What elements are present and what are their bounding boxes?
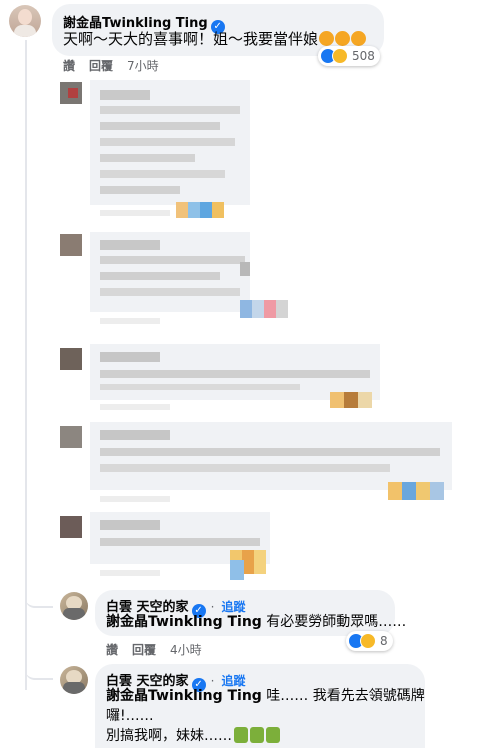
top-comment-text: 天啊～天大的喜事啊！姐～我要當伴娘 (63, 30, 319, 48)
top-comment-reaction-count: 508 (352, 49, 375, 63)
top-comment-reactions[interactable]: 508 (318, 46, 380, 66)
reply-2-bubble: 白雲 天空的家 ✓ · 追蹤 謝金晶Twinkling Ting 哇…… 我看先去… (95, 664, 425, 748)
pixelated-reply (58, 512, 278, 584)
pixelated-emoji (276, 300, 288, 318)
reply-1-text-row: 謝金晶Twinkling Ting 有必要勞師動眾嗎…… (106, 612, 406, 632)
heart-eyes-emoji-icon (319, 31, 335, 46)
like-button[interactable]: 讚 (106, 641, 118, 658)
thread-branch (25, 660, 53, 680)
like-button[interactable]: 讚 (63, 57, 75, 74)
comment-timestamp[interactable]: 7小時 (127, 57, 159, 74)
reply-1-actions: 讚 回覆 4小時 (106, 641, 202, 658)
haha-reaction-icon (332, 48, 348, 64)
comment-timestamp[interactable]: 4小時 (170, 641, 202, 658)
mention-link[interactable]: 謝金晶Twinkling Ting (106, 688, 262, 704)
pixelated-reply (58, 80, 258, 230)
thread-branch (25, 588, 53, 608)
pixelated-emoji (240, 300, 252, 318)
pixelated-reply (58, 420, 458, 510)
reply-button[interactable]: 回覆 (132, 641, 156, 658)
top-comment-text-row: 天啊～天大的喜事啊！姐～我要當伴娘 (63, 29, 367, 49)
reply-2-text-line-1: 謝金晶Twinkling Ting 哇…… 我看先去領號碼牌 (106, 686, 425, 706)
pixelated-reply (58, 340, 388, 416)
haha-reaction-icon (360, 633, 376, 649)
reply-1-avatar[interactable] (60, 592, 88, 620)
reply-2-text: 哇…… 我看先去領號碼牌 (261, 688, 425, 704)
pixelated-emoji (230, 560, 244, 580)
heart-eyes-emoji-icon (335, 31, 351, 46)
top-comment-avatar[interactable] (9, 5, 41, 37)
reply-1-reaction-count: 8 (380, 634, 388, 648)
heart-eyes-emoji-icon (351, 31, 367, 46)
reply-button[interactable]: 回覆 (89, 57, 113, 74)
pixelated-reply (58, 232, 258, 332)
pixelated-emoji (252, 300, 264, 318)
reply-2-text-line-2: 囉!…… (106, 708, 154, 724)
reply-1-bubble: 白雲 天空的家 ✓ · 追蹤 謝金晶Twinkling Ting 有必要勞師動眾嗎… (95, 590, 406, 636)
top-comment-actions: 讚 回覆 7小時 (63, 57, 159, 74)
reply-1-reactions[interactable]: 8 (346, 631, 393, 651)
reply-1-text: 有必要勞師動眾嗎…… (261, 614, 407, 630)
mention-link[interactable]: 謝金晶Twinkling Ting (106, 614, 262, 630)
vomit-emoji-icon (266, 727, 280, 743)
reply-2-text-line-3: 別搞我啊，妹妹…… (106, 726, 280, 746)
reply-2-text: 別搞我啊，妹妹…… (106, 728, 232, 744)
vomit-emoji-icon (250, 727, 264, 743)
reply-2-avatar[interactable] (60, 666, 88, 694)
vomit-emoji-icon (234, 727, 248, 743)
pixelated-emoji (264, 300, 276, 318)
